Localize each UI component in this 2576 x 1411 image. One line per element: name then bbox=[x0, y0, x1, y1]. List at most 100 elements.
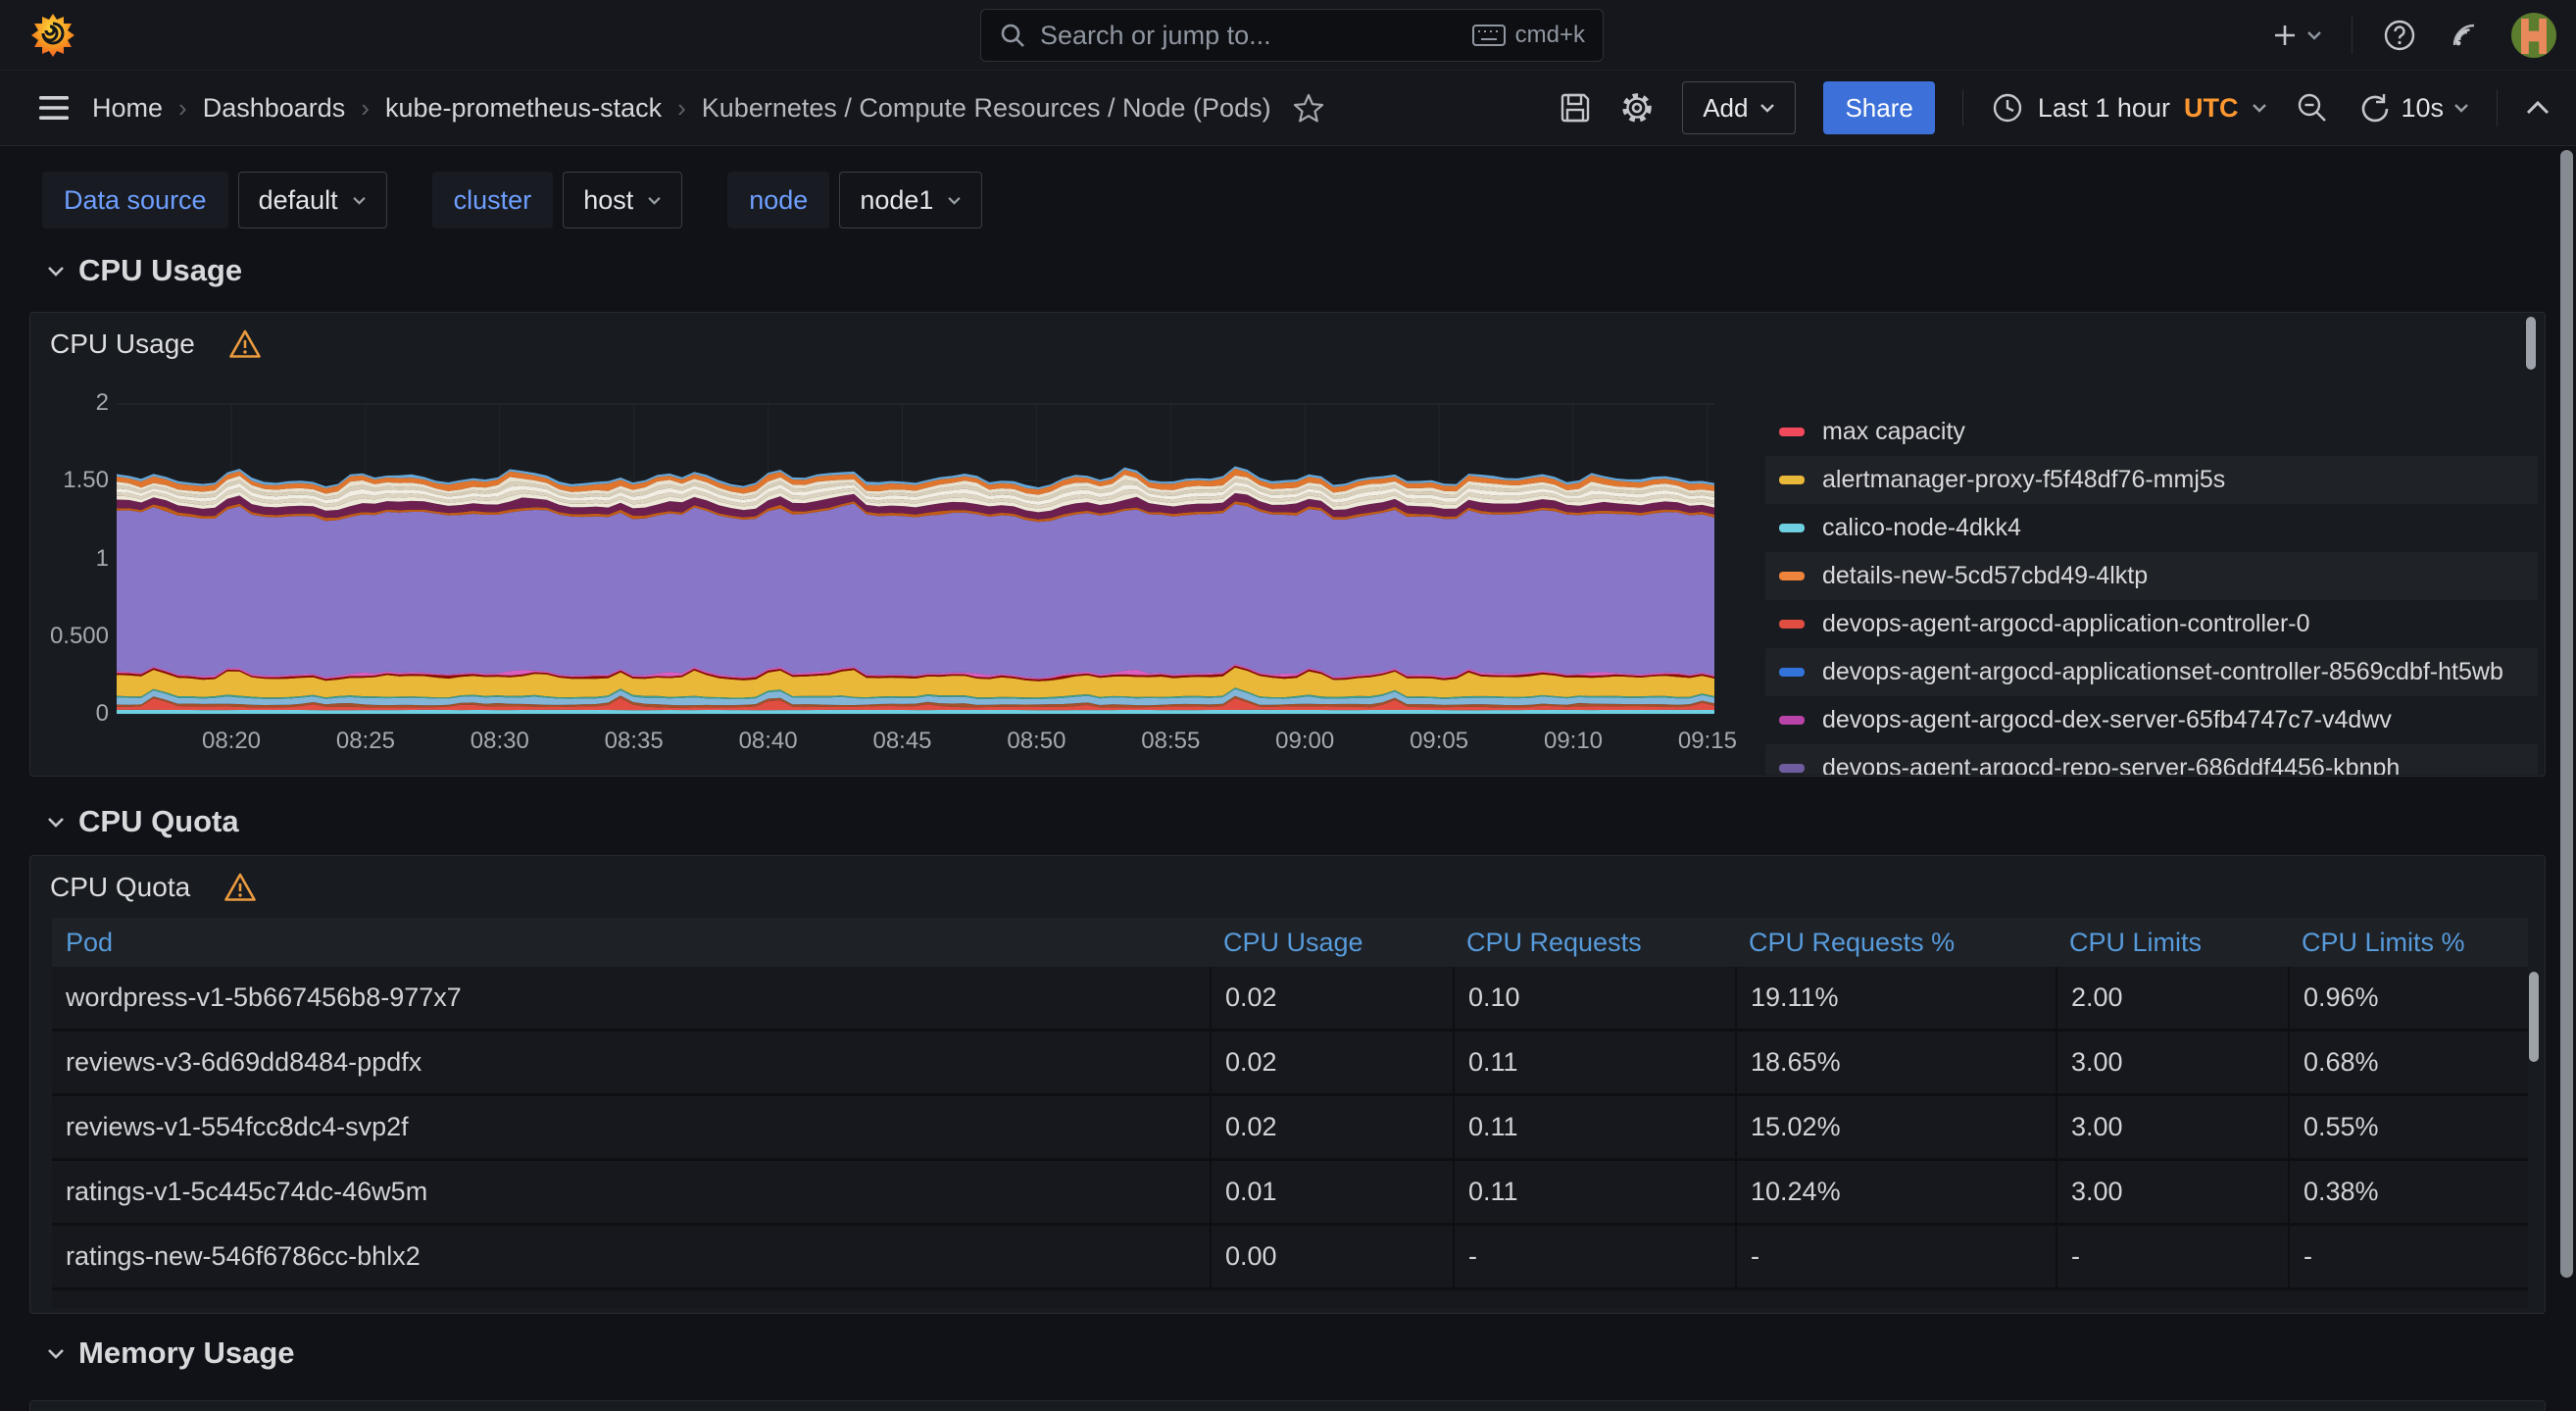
user-avatar[interactable] bbox=[2511, 13, 2556, 58]
dashboard-variables: Data sourcedefault clusterhost node node1 bbox=[42, 172, 1012, 228]
legend-color-swatch bbox=[1779, 764, 1805, 773]
breadcrumb-item[interactable]: kube-prometheus-stack bbox=[385, 93, 662, 124]
pod-name-cell: ratings-v1-5c445c74dc-46w5m bbox=[52, 1161, 1210, 1223]
grafana-logo[interactable] bbox=[29, 12, 76, 59]
variable-group: clusterhost bbox=[432, 172, 683, 228]
table-row[interactable]: reviews-v1-554fcc8dc4-svp2f0.020.1115.02… bbox=[52, 1096, 2528, 1161]
y-axis-tick-label: 1 bbox=[40, 545, 109, 573]
settings-gear-icon[interactable] bbox=[1619, 90, 1655, 126]
legend-item[interactable]: devops-agent-argocd-applicationset-contr… bbox=[1765, 648, 2538, 696]
star-icon[interactable] bbox=[1293, 93, 1324, 123]
add-button[interactable]: Add bbox=[1682, 81, 1796, 134]
table-column-header[interactable]: CPU Limits % bbox=[2288, 918, 2528, 967]
chevron-down-icon bbox=[2306, 30, 2322, 40]
x-axis-tick-label: 09:10 bbox=[1524, 728, 1622, 755]
variable-value: node1 bbox=[860, 185, 933, 216]
table-header-row: PodCPU UsageCPU RequestsCPU Requests %CP… bbox=[52, 918, 2528, 967]
legend-item[interactable]: calico-node-4dkk4 bbox=[1765, 504, 2538, 552]
grafana-dashboard: Search or jump to... cmd+k bbox=[0, 0, 2576, 1411]
value-cell: 0.11 bbox=[1453, 1032, 1735, 1093]
legend-item[interactable]: devops-agent-argocd-application-controll… bbox=[1765, 600, 2538, 648]
chevron-down-icon bbox=[2252, 103, 2267, 113]
x-axis-tick-label: 08:40 bbox=[719, 728, 817, 755]
chevron-down-icon bbox=[647, 196, 662, 205]
table-row[interactable]: wordpress-v1-5b667456b8-977x70.020.1019.… bbox=[52, 967, 2528, 1032]
warning-icon[interactable] bbox=[223, 872, 257, 903]
legend-color-swatch bbox=[1779, 716, 1805, 725]
table-column-header[interactable]: Pod bbox=[52, 918, 1210, 967]
menu-icon[interactable] bbox=[37, 94, 71, 122]
zoom-out-icon[interactable] bbox=[2295, 90, 2330, 126]
table-row[interactable]: ratings-new-546f6786cc-bhlx20.00---- bbox=[52, 1226, 2528, 1290]
legend-scrollbar[interactable] bbox=[2526, 317, 2536, 370]
value-cell: 0.55% bbox=[2288, 1096, 2528, 1158]
value-cell: 0.10 bbox=[1453, 967, 1735, 1029]
variable-label[interactable]: Data source bbox=[42, 172, 228, 228]
value-cell: 0.02 bbox=[1210, 967, 1453, 1029]
breadcrumb-item[interactable]: Home bbox=[92, 93, 163, 124]
legend-color-swatch bbox=[1779, 428, 1805, 436]
variable-dropdown[interactable]: default bbox=[238, 172, 387, 228]
breadcrumb-separator: › bbox=[178, 93, 187, 124]
variable-dropdown[interactable]: node1 bbox=[839, 172, 982, 228]
value-cell: - bbox=[1735, 1226, 2056, 1287]
breadcrumb-item[interactable]: Dashboards bbox=[203, 93, 346, 124]
y-axis-tick-label: 1.50 bbox=[40, 467, 109, 494]
time-range-picker[interactable]: Last 1 hour UTC bbox=[1991, 91, 2268, 125]
variable-dropdown[interactable]: host bbox=[563, 172, 682, 228]
table-column-header[interactable]: CPU Limits bbox=[2056, 918, 2288, 967]
table-column-header[interactable]: CPU Usage bbox=[1210, 918, 1453, 967]
value-cell: 0.01 bbox=[1210, 1161, 1453, 1223]
y-axis-tick-label: 0.500 bbox=[40, 623, 109, 650]
breadcrumb-separator: › bbox=[677, 93, 686, 124]
collapse-up-icon[interactable] bbox=[2525, 100, 2551, 116]
refresh-picker[interactable]: 10s bbox=[2357, 91, 2469, 125]
clock-icon bbox=[1991, 91, 2024, 125]
table-row-partial bbox=[52, 1290, 2528, 1308]
help-icon[interactable] bbox=[2382, 18, 2417, 53]
cpu-quota-panel-header[interactable]: CPU Quota bbox=[50, 872, 257, 903]
search-input[interactable]: Search or jump to... cmd+k bbox=[980, 9, 1604, 62]
legend-item[interactable]: devops-agent-argocd-dex-server-65fb4747c… bbox=[1765, 696, 2538, 744]
legend-item[interactable]: details-new-5cd57cbd49-4lktp bbox=[1765, 552, 2538, 600]
divider bbox=[2497, 89, 2498, 126]
section-cpu-quota[interactable]: CPU Quota bbox=[47, 804, 239, 839]
legend-item[interactable]: devops-agent-argocd-repo-server-686ddf44… bbox=[1765, 744, 2538, 775]
section-cpu-usage[interactable]: CPU Usage bbox=[47, 253, 242, 288]
search-placeholder: Search or jump to... bbox=[1040, 21, 1459, 51]
x-axis-tick-label: 08:35 bbox=[585, 728, 683, 755]
cpu-usage-plot[interactable] bbox=[117, 403, 1714, 714]
value-cell: 3.00 bbox=[2056, 1161, 2288, 1223]
refresh-icon bbox=[2357, 91, 2391, 125]
y-axis-tick-label: 2 bbox=[40, 389, 109, 417]
chevron-down-icon bbox=[1759, 103, 1775, 113]
chevron-down-icon bbox=[2453, 103, 2469, 113]
table-column-header[interactable]: CPU Requests % bbox=[1735, 918, 2056, 967]
table-row[interactable]: reviews-v3-6d69dd8484-ppdfx0.020.1118.65… bbox=[52, 1032, 2528, 1096]
share-button[interactable]: Share bbox=[1823, 81, 1934, 134]
legend-color-swatch bbox=[1779, 524, 1805, 532]
value-cell: 3.00 bbox=[2056, 1096, 2288, 1158]
table-column-header[interactable]: CPU Requests bbox=[1453, 918, 1735, 967]
x-axis-tick-label: 09:15 bbox=[1659, 728, 1757, 755]
refresh-interval-label: 10s bbox=[2401, 93, 2444, 124]
value-cell: 3.00 bbox=[2056, 1032, 2288, 1093]
news-rss-icon[interactable] bbox=[2447, 18, 2482, 53]
section-memory-usage[interactable]: Memory Usage bbox=[47, 1335, 295, 1371]
save-icon[interactable] bbox=[1559, 91, 1592, 125]
pod-name-cell: wordpress-v1-5b667456b8-977x7 bbox=[52, 967, 1210, 1029]
x-axis-tick-label: 08:55 bbox=[1121, 728, 1219, 755]
legend-item-label: details-new-5cd57cbd49-4lktp bbox=[1822, 562, 2148, 590]
table-scrollbar[interactable] bbox=[2529, 972, 2539, 1062]
legend-item[interactable]: max capacity bbox=[1765, 408, 2538, 456]
variable-group: Data sourcedefault bbox=[42, 172, 387, 228]
x-axis-tick-label: 08:20 bbox=[182, 728, 280, 755]
variable-label[interactable]: cluster bbox=[432, 172, 554, 228]
legend-item[interactable]: alertmanager-proxy-f5f48df76-mmj5s bbox=[1765, 456, 2538, 504]
value-cell: 0.38% bbox=[2288, 1161, 2528, 1223]
page-scrollbar[interactable] bbox=[2560, 150, 2573, 1278]
toolbar-actions: Add Share Last 1 hour UTC 10s bbox=[1559, 81, 2551, 134]
table-row[interactable]: ratings-v1-5c445c74dc-46w5m0.010.1110.24… bbox=[52, 1161, 2528, 1226]
new-dropdown-button[interactable] bbox=[2271, 22, 2322, 49]
variable-label[interactable]: node bbox=[727, 172, 829, 228]
